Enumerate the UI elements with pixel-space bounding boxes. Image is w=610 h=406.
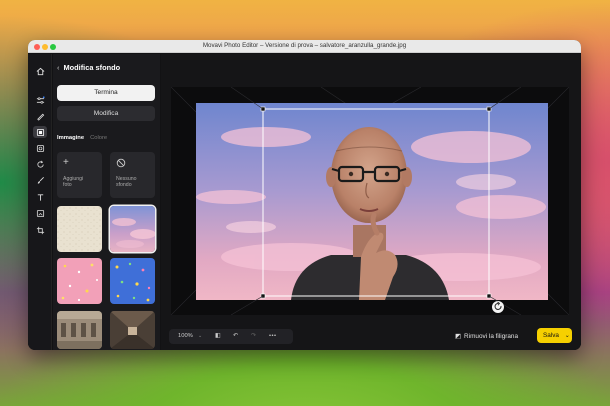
save-label: Salva <box>543 332 559 339</box>
redo-icon[interactable]: ↷ <box>251 333 256 339</box>
no-background-icon <box>116 158 126 171</box>
compare-icon[interactable]: ◧ <box>215 333 220 339</box>
frame-icon[interactable] <box>33 207 47 219</box>
brush-icon[interactable] <box>33 174 47 186</box>
canvas-stage <box>171 87 569 315</box>
background-thumb-confetti-pink[interactable] <box>57 258 102 304</box>
panel-header: ‹ Modifica sfondo <box>57 63 120 72</box>
title-bar: Movavi Photo Editor – Versione di prova … <box>28 40 581 53</box>
text-icon[interactable] <box>33 191 47 203</box>
app-window: Movavi Photo Editor – Versione di prova … <box>28 40 581 350</box>
chevron-down-icon[interactable]: ⌄ <box>198 333 202 339</box>
done-button[interactable]: Termina <box>57 85 155 101</box>
add-photo-card[interactable]: + Aggiungi foto <box>57 152 102 198</box>
back-chevron-icon[interactable]: ‹ <box>57 63 59 72</box>
edit-button[interactable]: Modifica <box>57 106 155 121</box>
plus-icon: + <box>63 157 69 168</box>
tools-sidebar <box>28 54 52 350</box>
no-background-label: Nessuno sfondo <box>116 176 137 188</box>
adjust-icon[interactable] <box>33 94 47 106</box>
more-icon[interactable]: ••• <box>269 333 277 339</box>
background-thumb-corridor[interactable] <box>110 311 155 349</box>
window-title: Movavi Photo Editor – Versione di prova … <box>202 42 407 49</box>
background-thumb-confetti-blue[interactable] <box>110 258 155 304</box>
retouch-icon[interactable] <box>33 110 47 122</box>
background-thumb-paper[interactable] <box>57 206 102 252</box>
tab-image[interactable]: Immagine <box>57 135 84 141</box>
filters-icon[interactable] <box>33 142 47 154</box>
edit-background-panel: ‹ Modifica sfondo Termina Modifica Immagi… <box>53 54 160 350</box>
background-icon[interactable] <box>33 126 47 138</box>
background-type-tabs: Immagine Colore <box>57 135 107 141</box>
panel-title: Modifica sfondo <box>63 63 121 72</box>
remove-watermark-link[interactable]: ◩ Rimuovi la filigrana <box>455 332 518 340</box>
canvas-area: 100% ⌄ ◧ ↶ ↷ ••• ◩ Rimuovi la filigrana S… <box>161 54 581 350</box>
background-thumb-building[interactable] <box>57 311 102 349</box>
home-icon[interactable] <box>33 65 47 77</box>
remove-watermark-label: Rimuovi la filigrana <box>464 333 519 340</box>
zoom-select[interactable]: 100% <box>178 333 193 339</box>
tab-color[interactable]: Colore <box>90 135 107 141</box>
undo-icon[interactable]: ↶ <box>233 333 238 339</box>
view-controls: 100% ⌄ ◧ ↶ ↷ ••• <box>169 329 293 344</box>
photo-canvas[interactable] <box>171 87 569 315</box>
background-thumb-sky-selected[interactable] <box>110 206 155 252</box>
rotate-icon[interactable] <box>33 158 47 170</box>
save-button[interactable]: Salva ⌄ <box>537 328 572 343</box>
add-photo-label: Aggiungi foto <box>63 176 84 188</box>
bottom-bar: 100% ⌄ ◧ ↶ ↷ ••• ◩ Rimuovi la filigrana S… <box>161 324 581 350</box>
crop-icon[interactable] <box>33 224 47 236</box>
chevron-down-icon: ⌄ <box>564 333 570 339</box>
no-background-card[interactable]: Nessuno sfondo <box>110 152 155 198</box>
watermark-icon: ◩ <box>455 333 462 340</box>
